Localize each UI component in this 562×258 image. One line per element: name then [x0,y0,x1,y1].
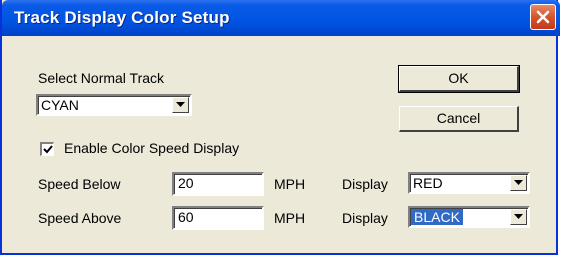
close-button[interactable] [530,4,556,30]
normal-track-value: CYAN [41,97,79,113]
speed-above-display-label: Display [342,210,388,226]
close-icon [536,10,550,24]
ok-button[interactable]: OK [398,65,520,93]
speed-above-label: Speed Above [38,210,122,226]
check-icon [43,145,53,154]
window-title: Track Display Color Setup [14,8,230,27]
normal-track-label: Select Normal Track [38,70,165,86]
dialog-window: Track Display Color Setup Select Normal … [0,0,560,255]
speed-above-unit: MPH [274,210,306,226]
color-speed-label: Enable Color Speed Display [64,140,240,156]
speed-above-display-select[interactable]: BLACK [408,206,530,228]
chevron-down-icon [514,180,523,185]
speed-below-display-label: Display [342,176,388,192]
speed-below-display-value: RED [413,175,443,191]
speed-below-display-select[interactable]: RED [408,172,530,194]
chevron-down-icon [176,102,185,107]
speed-below-input[interactable]: 20 [172,172,264,196]
title-bar[interactable]: Track Display Color Setup [2,0,560,36]
speed-below-dropdown-button[interactable] [510,175,527,191]
color-speed-checkbox[interactable] [40,142,54,156]
speed-above-input[interactable]: 60 [172,206,264,230]
speed-above-dropdown-button[interactable] [510,209,527,225]
cancel-button[interactable]: Cancel [399,106,519,132]
chevron-down-icon [514,214,523,219]
speed-above-display-value: BLACK [411,209,463,225]
normal-track-dropdown-button[interactable] [172,97,189,113]
speed-below-label: Speed Below [38,176,121,192]
speed-below-unit: MPH [274,176,306,192]
normal-track-select[interactable]: CYAN [36,94,192,116]
